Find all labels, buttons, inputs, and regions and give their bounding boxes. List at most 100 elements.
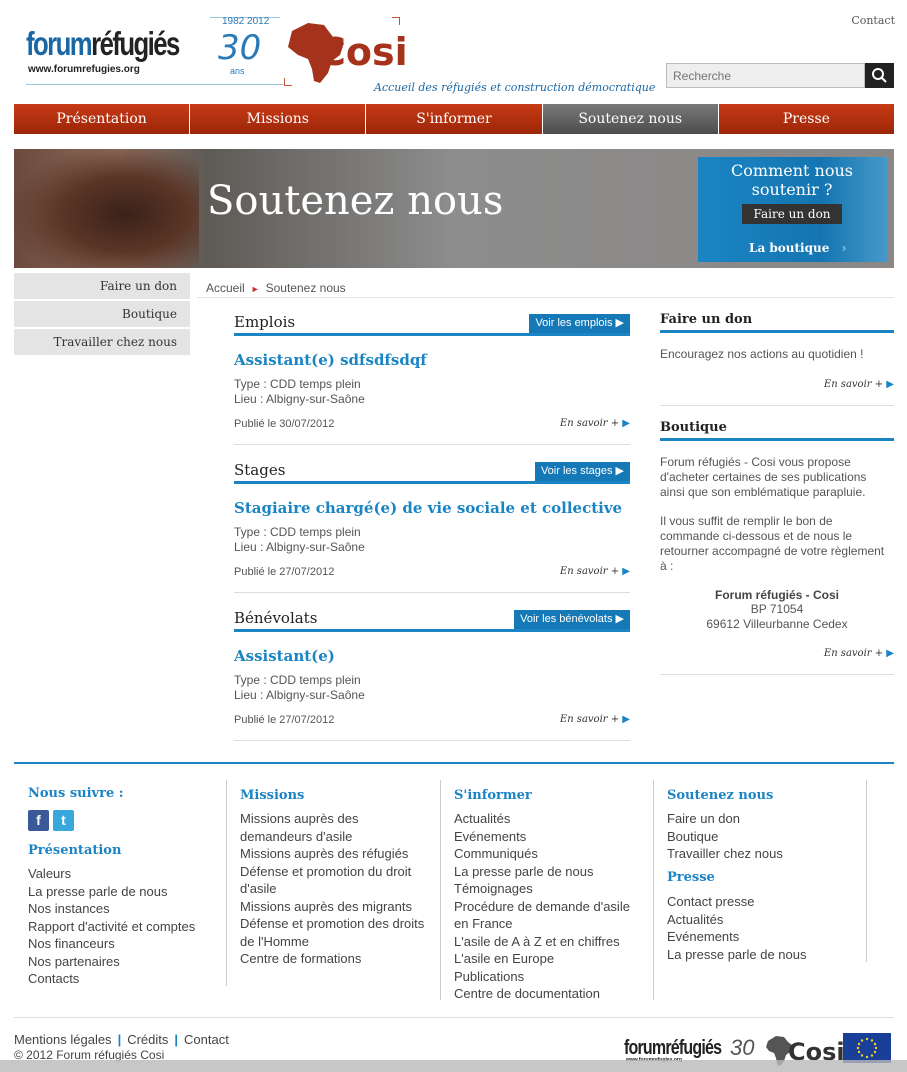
footer-presse-links: Contact presse Actualités Evénements La … [667, 893, 867, 963]
footer-link[interactable]: Valeurs [28, 865, 218, 883]
legal-contact-link[interactable]: Contact [184, 1032, 229, 1047]
footer-link[interactable]: L'asile de A à Z et en chiffres [454, 933, 646, 951]
legal-mentions-link[interactable]: Mentions légales [14, 1032, 112, 1047]
read-more-link[interactable]: En savoir + ▶ [560, 566, 630, 577]
see-jobs-button[interactable]: Voir les emplois ▶ [529, 314, 630, 333]
nav-presentation[interactable]: Présentation [14, 104, 190, 134]
footer-link[interactable]: Défense et promotion du droit d'asile [240, 863, 432, 898]
footer-link[interactable]: La presse parle de nous [454, 863, 646, 881]
footer-link[interactable]: La presse parle de nous [667, 946, 867, 964]
footer-missions-title[interactable]: Missions [240, 788, 304, 803]
see-internships-button[interactable]: Voir les stages ▶ [534, 462, 630, 481]
forum-refugies-logo[interactable]: forumréfugiés [26, 25, 180, 62]
read-more-label: En savoir + [559, 418, 620, 429]
footer-link[interactable]: Contacts [28, 970, 218, 988]
page-title: Soutenez nous [207, 178, 504, 224]
nav-soutenez-nous[interactable]: Soutenez nous [541, 104, 718, 134]
footer-link[interactable]: Nos instances [28, 900, 218, 918]
footer-link[interactable]: Contact presse [667, 893, 867, 911]
horizontal-scrollbar[interactable] [0, 1060, 907, 1072]
job-title-link[interactable]: Assistant(e) sdfsdfsdqf [234, 351, 427, 369]
logo-divider [26, 84, 284, 85]
legal-credits-link[interactable]: Crédits [127, 1032, 168, 1047]
section-rule [234, 481, 630, 484]
footer-link[interactable]: Actualités [454, 810, 646, 828]
contact-link[interactable]: Contact [851, 14, 895, 27]
promo-shop-link[interactable]: La boutique › [749, 241, 846, 255]
footer-link[interactable]: Procédure de demande d'asile en France [454, 898, 646, 933]
footer-link[interactable]: Rapport d'activité et comptes [28, 918, 218, 936]
logo-ans: ans [230, 66, 245, 76]
nav-presse[interactable]: Presse [717, 104, 895, 134]
job-type: Type : CDD temps plein [234, 673, 361, 687]
footer-logo-30: 30 [730, 1035, 755, 1060]
side-menu-faire-un-don[interactable]: Faire un don [14, 273, 190, 299]
banner-photo [14, 149, 199, 268]
promo-donate-button[interactable]: Faire un don [742, 204, 842, 224]
boutique-read-more-link[interactable]: En savoir + ▶ [824, 648, 894, 659]
footer-link[interactable]: Communiqués [454, 845, 646, 863]
job-published-date: Publié le 27/07/2012 [234, 566, 335, 578]
don-read-more-link[interactable]: En savoir + ▶ [824, 379, 894, 390]
logo-refugies-text: réfugiés [91, 25, 180, 62]
footer-link[interactable]: Nos financeurs [28, 935, 218, 953]
read-more-label: En savoir + [823, 648, 884, 659]
footer-link[interactable]: Evénements [667, 928, 867, 946]
facebook-icon[interactable]: f [28, 810, 49, 831]
footer-link[interactable]: Témoignages [454, 880, 646, 898]
job-title-link[interactable]: Stagiaire chargé(e) de vie sociale et co… [234, 499, 622, 517]
job-type: Type : CDD temps plein [234, 525, 361, 539]
footer-link[interactable]: Défense et promotion des droits de l'Hom… [240, 915, 432, 950]
breadcrumb-home[interactable]: Accueil [206, 281, 245, 295]
footer-presentation-title[interactable]: Présentation [28, 843, 121, 858]
footer-link[interactable]: Missions auprès des réfugiés [240, 845, 432, 863]
footer-link[interactable]: Centre de formations [240, 950, 432, 968]
footer-link[interactable]: Faire un don [667, 810, 867, 828]
see-volunteering-button[interactable]: Voir les bénévolats ▶ [514, 610, 630, 629]
footer-link[interactable]: Publications [454, 968, 646, 986]
footer-link[interactable]: Centre de documentation [454, 985, 646, 1003]
address-bp: BP 71054 [750, 602, 804, 616]
don-text: Encouragez nos actions au quotidien ! [660, 347, 864, 361]
read-more-link[interactable]: En savoir + ▶ [560, 714, 630, 725]
section-rule [234, 629, 630, 632]
cosi-logo[interactable]: Cosi [318, 30, 408, 74]
footer-column-divider [653, 780, 654, 1000]
footer-link[interactable]: Missions auprès des migrants [240, 898, 432, 916]
footer-link[interactable]: Actualités [667, 911, 867, 929]
section-title-emplois: Emplois [234, 313, 296, 331]
cosi-tagline: Accueil des réfugiés et construction dém… [374, 81, 656, 94]
read-more-label: En savoir + [559, 566, 620, 577]
job-published-date: Publié le 27/07/2012 [234, 714, 335, 726]
read-more-link[interactable]: En savoir + ▶ [560, 418, 630, 429]
side-menu-travailler[interactable]: Travailler chez nous [14, 329, 190, 355]
footer-link[interactable]: Boutique [667, 828, 867, 846]
logo-corner-bottom-left [284, 78, 292, 86]
footer-link[interactable]: Travailler chez nous [667, 845, 867, 863]
read-more-label: En savoir + [823, 379, 884, 390]
footer-link[interactable]: L'asile en Europe [454, 950, 646, 968]
footer-link[interactable]: Missions auprès des demandeurs d'asile [240, 810, 432, 845]
footer-soutenez-links: Faire un don Boutique Travailler chez no… [667, 810, 867, 863]
footer-link[interactable]: Evénements [454, 828, 646, 846]
footer-link[interactable]: La presse parle de nous [28, 883, 218, 901]
nav-missions[interactable]: Missions [189, 104, 366, 134]
footer-link[interactable]: Nos partenaires [28, 953, 218, 971]
job-title-link[interactable]: Assistant(e) [234, 647, 335, 665]
nav-sinformer[interactable]: S'informer [365, 104, 542, 134]
boutique-text-1: Forum réfugiés - Cosi vous propose d'ach… [660, 455, 867, 499]
twitter-icon[interactable]: t [53, 810, 74, 831]
search-input[interactable] [666, 63, 865, 88]
footer-presse-title[interactable]: Presse [667, 870, 715, 885]
breadcrumb-divider [197, 297, 894, 298]
search-button[interactable] [865, 63, 894, 88]
footer-sinformer-title[interactable]: S'informer [454, 788, 532, 803]
side-menu-boutique[interactable]: Boutique [14, 301, 190, 327]
section-title-stages: Stages [234, 461, 286, 479]
footer-column-divider [440, 780, 441, 1000]
logo-30-years: 30 [218, 28, 262, 68]
footer-logo-refugies: réfugiés [665, 1037, 722, 1059]
logo-years: 1982 2012 [222, 16, 270, 27]
arrow-right-icon: ▶ [886, 379, 894, 390]
footer-soutenez-title[interactable]: Soutenez nous [667, 788, 773, 803]
